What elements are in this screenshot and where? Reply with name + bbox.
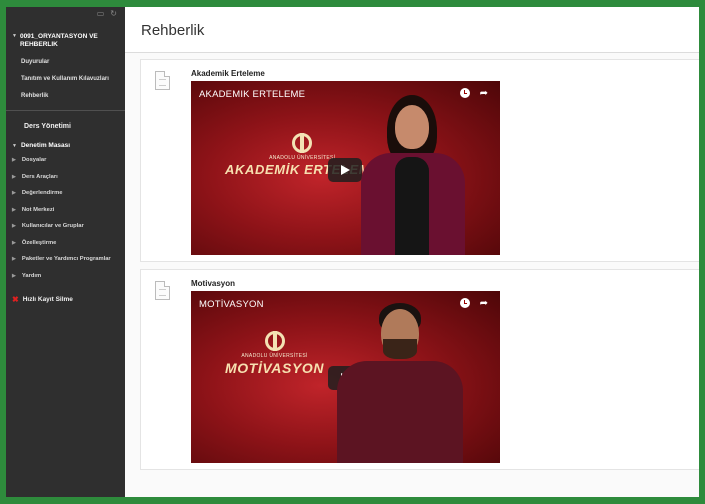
sidebar-refresh-icon[interactable]: ↻ <box>110 9 117 18</box>
chevron-right-icon: ▶ <box>12 157 16 163</box>
panel-item-label: Özelleştirme <box>21 239 57 246</box>
quick-unenroll-link[interactable]: ✖ Hızlı Kayıt Silme <box>6 289 125 304</box>
panel-item-label: Kullanıcılar ve Gruplar <box>21 223 84 229</box>
presenter-image <box>351 95 481 255</box>
chevron-right-icon: ▶ <box>12 173 16 180</box>
app-frame: ▭ ↻ ▼ 0091_ORYANTASYON VE REHBERLIK Duyur… <box>6 7 699 497</box>
page-title: Rehberlik <box>141 22 205 39</box>
panel-item-label: Not Merkezi <box>21 206 55 213</box>
course-menu-item-kilavuzlar[interactable]: Tanıtım ve Kullanım Kılavuzları <box>21 76 119 83</box>
panel-item-dosyalar[interactable]: ▶ Dosyalar <box>12 157 125 164</box>
panel-item-label: Yardım <box>21 272 42 279</box>
share-icon[interactable]: ➦ <box>480 298 488 309</box>
collapse-icon[interactable]: ▼ <box>12 33 17 48</box>
chevron-right-icon: ▶ <box>12 223 16 229</box>
panel-item-ders-araclari[interactable]: ▶ Ders Araçları <box>12 174 125 181</box>
chevron-right-icon: ▶ <box>12 190 16 196</box>
remove-icon: ✖ <box>12 295 19 304</box>
video-title[interactable]: MOTİVASYON <box>199 299 264 310</box>
panel-item-label: Dosyalar <box>21 157 47 163</box>
course-title-text[interactable]: 0091_ORYANTASYON VE REHBERLIK <box>20 33 119 48</box>
chevron-right-icon: ▶ <box>12 206 16 213</box>
quick-unenroll-label[interactable]: Hızlı Kayıt Silme <box>23 296 73 303</box>
video-player[interactable]: MOTİVASYON ➦ ANADOLU ÜNİVERSİTESİ MOTİVA… <box>191 291 500 463</box>
panel-item-label: Değerlendirme <box>21 190 63 196</box>
chevron-right-icon: ▶ <box>12 272 16 279</box>
content-item: Motivasyon MOTİVASYON ➦ ANADOLU ÜNİVERSİ… <box>140 269 699 470</box>
logo-university-text: ANADOLU ÜNİVERSİTESİ <box>241 353 308 359</box>
control-panel-label[interactable]: Denetim Masası <box>21 142 70 149</box>
panel-item-label: Paketler ve Yardımcı Programlar <box>21 256 111 262</box>
document-icon <box>155 281 170 300</box>
panel-item-label: Ders Araçları <box>21 173 58 180</box>
ders-yonetimi-heading: Ders Yönetimi <box>24 123 71 130</box>
course-menu: Duyurular Tanıtım ve Kullanım Kılavuzlar… <box>12 59 119 100</box>
content-item: Akademik Erteleme AKADEMIK ERTELEME ➦ AN… <box>140 59 699 262</box>
panel-item-degerlendirme[interactable]: ▶ Değerlendirme <box>12 190 125 197</box>
logo-topic-text: MOTİVASYON <box>225 360 325 376</box>
page-header: Rehberlik <box>125 7 699 53</box>
panel-item-ozellestirme[interactable]: ▶ Özelleştirme <box>12 240 125 247</box>
video-player[interactable]: AKADEMIK ERTELEME ➦ ANADOLU ÜNİVERSİTESİ… <box>191 81 500 255</box>
video-title[interactable]: AKADEMIK ERTELEME <box>199 89 305 100</box>
course-title[interactable]: ▼ 0091_ORYANTASYON VE REHBERLIK <box>12 33 119 48</box>
course-block: ▼ 0091_ORYANTASYON VE REHBERLIK Duyurula… <box>6 7 125 100</box>
main-content: Rehberlik Akademik Erteleme AKADEMIK ERT… <box>125 7 699 497</box>
panel-item-kullanicilar[interactable]: ▶ Kullanıcılar ve Gruplar <box>12 223 125 230</box>
video-logo: ANADOLU ÜNİVERSİTESİ MOTİVASYON <box>225 331 324 376</box>
content-list: Akademik Erteleme AKADEMIK ERTELEME ➦ AN… <box>125 53 699 470</box>
university-logo-icon <box>264 331 285 351</box>
panel-item-yardim[interactable]: ▶ Yardım <box>12 273 125 280</box>
course-menu-item-rehberlik[interactable]: Rehberlik <box>21 93 119 100</box>
sidebar-top-icons: ▭ ↻ <box>91 9 117 18</box>
control-panel-list: ▶ Dosyalar ▶ Ders Araçları ▶ Değerlendirme … <box>6 149 125 279</box>
document-icon <box>155 71 170 90</box>
chevron-right-icon: ▶ <box>12 256 16 262</box>
collapse-icon[interactable]: ▼ <box>12 143 17 149</box>
panel-item-paketler[interactable]: ▶ Paketler ve Yardımcı Programlar <box>12 256 125 263</box>
course-menu-item-duyurular[interactable]: Duyurular <box>21 59 119 66</box>
course-sidebar: ▭ ↻ ▼ 0091_ORYANTASYON VE REHBERLIK Duyur… <box>6 7 125 497</box>
presenter-image <box>329 303 479 463</box>
university-logo-icon <box>292 133 313 153</box>
item-title[interactable]: Motivasyon <box>191 279 699 288</box>
item-title[interactable]: Akademik Erteleme <box>191 69 699 78</box>
control-panel-heading[interactable]: ▼ Denetim Masası <box>6 130 125 149</box>
sidebar-view-icon[interactable]: ▭ <box>97 9 105 18</box>
chevron-right-icon: ▶ <box>12 239 16 246</box>
panel-item-not-merkezi[interactable]: ▶ Not Merkezi <box>12 207 125 214</box>
